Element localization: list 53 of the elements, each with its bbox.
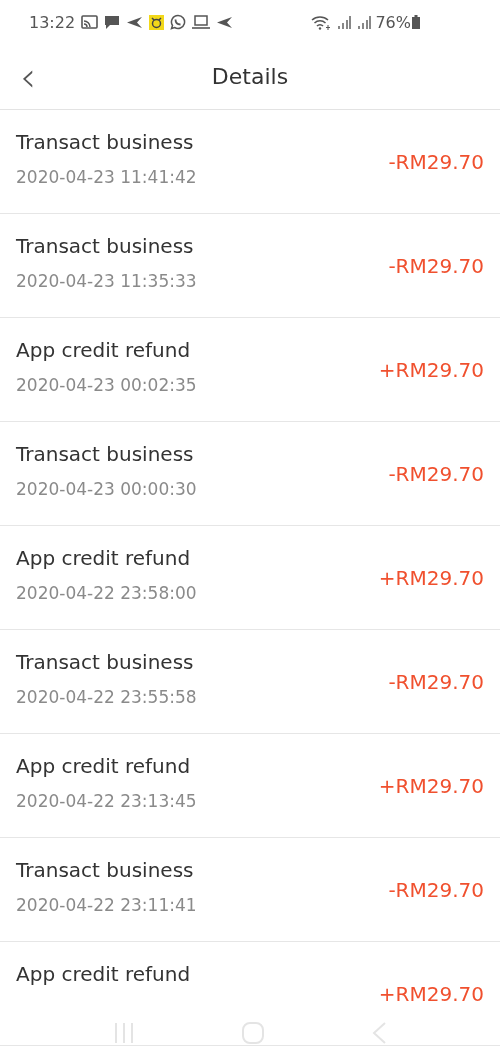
transaction-row[interactable]: Transact business 2020-04-22 23:11:41 -RM29.70 — [0, 838, 500, 942]
transaction-title: App credit refund — [16, 962, 192, 986]
transaction-time: 2020-04-23 00:00:30 — [16, 479, 198, 499]
transaction-time: 2020-04-22 23:58:00 — [16, 583, 198, 603]
transaction-row[interactable]: App credit refund 2020-04-22 23:58:00 +RM29.70 — [0, 526, 500, 630]
transaction-title: App credit refund — [16, 338, 192, 362]
transaction-time: 2020-04-22 23:55:58 — [16, 687, 198, 707]
transaction-row[interactable]: Transact business 2020-04-23 11:35:33 -RM29.70 — [0, 214, 500, 318]
signal-icon — [337, 15, 352, 29]
transaction-amount: -RM29.70 — [388, 669, 484, 694]
laptop-icon — [192, 15, 211, 29]
cast-icon — [81, 15, 99, 29]
transaction-time: 2020-04-23 11:35:33 — [16, 271, 198, 291]
clock: 13:22 — [29, 12, 76, 32]
alarm-app-icon — [149, 14, 165, 30]
battery-percentage: 76% — [375, 12, 411, 32]
back-button[interactable]: ‹ — [12, 56, 44, 97]
transaction-title: Transact business — [16, 234, 195, 258]
send-icon — [216, 15, 234, 29]
transaction-title: Transact business — [16, 650, 195, 674]
transaction-row[interactable]: Transact business 2020-04-23 11:41:42 -RM29.70 — [0, 110, 500, 214]
transaction-row[interactable]: App credit refund +RM29.70 — [0, 942, 500, 1046]
transaction-title: App credit refund — [16, 546, 192, 570]
home-icon[interactable] — [241, 1021, 265, 1045]
transaction-row[interactable]: App credit refund 2020-04-23 00:02:35 +RM29.70 — [0, 318, 500, 422]
transaction-time: 2020-04-22 23:13:45 — [16, 791, 198, 811]
back-icon[interactable] — [371, 1021, 387, 1045]
transaction-amount: +RM29.70 — [378, 981, 484, 1006]
transaction-amount: +RM29.70 — [378, 773, 484, 798]
transaction-amount: +RM29.70 — [378, 565, 484, 590]
transaction-amount: -RM29.70 — [388, 461, 484, 486]
transaction-title: Transact business — [16, 130, 195, 154]
transaction-title: App credit refund — [16, 754, 192, 778]
chat-bubble-icon — [104, 14, 121, 30]
transaction-row[interactable]: Transact business 2020-04-22 23:55:58 -RM29.70 — [0, 630, 500, 734]
transaction-row[interactable]: Transact business 2020-04-23 00:00:30 -RM29.70 — [0, 422, 500, 526]
transaction-time: 2020-04-22 23:11:41 — [16, 895, 198, 915]
transaction-time: 2020-04-23 11:41:42 — [16, 167, 198, 187]
page-title: Details — [211, 64, 289, 89]
transaction-amount: +RM29.70 — [378, 357, 484, 382]
recent-apps-icon[interactable] — [113, 1022, 135, 1044]
transaction-title: Transact business — [16, 442, 195, 466]
wifi-icon — [311, 14, 332, 30]
whatsapp-icon — [170, 14, 187, 30]
transaction-amount: -RM29.70 — [388, 149, 484, 174]
transaction-amount: -RM29.70 — [388, 253, 484, 278]
transaction-title: Transact business — [16, 858, 195, 882]
signal-icon — [357, 15, 372, 29]
transaction-time: 2020-04-23 00:02:35 — [16, 375, 198, 395]
battery-icon — [412, 15, 420, 29]
transaction-row[interactable]: App credit refund 2020-04-22 23:13:45 +RM29.70 — [0, 734, 500, 838]
transaction-amount: -RM29.70 — [388, 877, 484, 902]
send-icon — [126, 15, 144, 29]
